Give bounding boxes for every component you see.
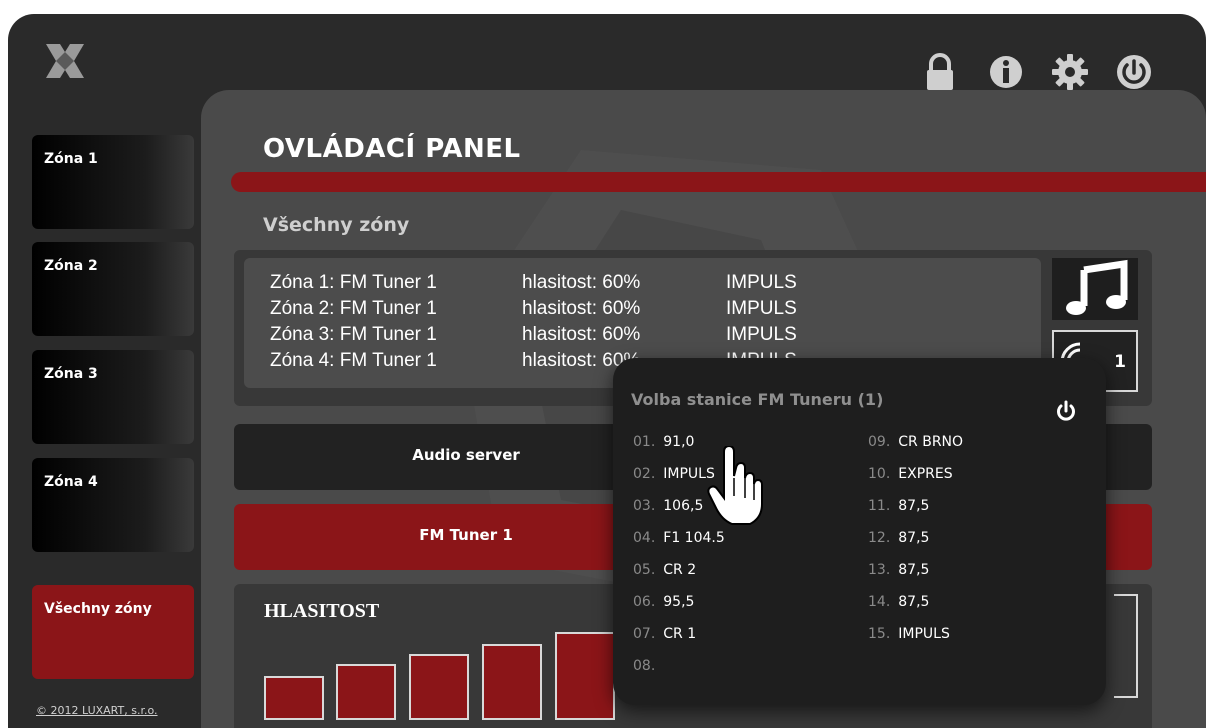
zone-station: IMPULS — [726, 298, 797, 319]
lock-icon[interactable] — [920, 52, 960, 92]
zone-source: Zóna 1: FM Tuner 1 — [270, 272, 437, 293]
station-item[interactable]: 11. 87,5 — [868, 498, 929, 518]
station-item[interactable]: 13. 87,5 — [868, 562, 929, 582]
music-button[interactable] — [1052, 258, 1138, 320]
zone-source: Zóna 4: FM Tuner 1 — [270, 350, 437, 371]
settings-icon[interactable] — [1050, 52, 1090, 92]
zone-volume: hlasitost: 60% — [522, 298, 641, 319]
volume-level-bar[interactable] — [336, 664, 396, 720]
zone-station: IMPULS — [726, 324, 797, 345]
zone-source: Zóna 2: FM Tuner 1 — [270, 298, 437, 319]
music-note-icon — [1066, 259, 1128, 315]
popup-title: Volba stanice FM Tuneru (1) — [631, 390, 884, 409]
zone-source: Zóna 3: FM Tuner 1 — [270, 324, 437, 345]
volume-level-bar[interactable] — [482, 644, 542, 720]
volume-frame — [1114, 594, 1138, 698]
volume-level-bar[interactable] — [264, 676, 324, 720]
source-label: Audio server — [412, 446, 520, 464]
copyright-link[interactable]: © 2012 LUXART, s.r.o. — [36, 704, 158, 717]
station-item[interactable]: 05. CR 2 — [633, 562, 696, 582]
station-item[interactable]: 02. IMPULS — [633, 466, 715, 486]
station-item[interactable]: 09. CR BRNO — [868, 434, 963, 454]
power-icon[interactable] — [1114, 52, 1154, 92]
volume-level-bar[interactable] — [409, 654, 469, 720]
sidebar-item-all-zones[interactable]: Všechny zóny — [32, 585, 194, 679]
volume-title: HLASITOST — [264, 600, 380, 622]
station-item[interactable]: 01. 91,0 — [633, 434, 694, 454]
info-icon[interactable] — [986, 52, 1026, 92]
sidebar-item-label: Zóna 3 — [44, 366, 98, 382]
title-underline — [231, 172, 1206, 192]
zone-volume: hlasitost: 60% — [522, 324, 641, 345]
hand-cursor-icon — [707, 446, 763, 525]
sidebar-item-zone-3[interactable]: Zóna 3 — [32, 350, 194, 444]
page-title: OVLÁDACÍ PANEL — [263, 134, 521, 164]
station-item[interactable]: 06. 95,5 — [633, 594, 694, 614]
top-bar — [8, 14, 1206, 94]
section-title: Všechny zóny — [263, 214, 410, 236]
zone-station: IMPULS — [726, 272, 797, 293]
zone-volume: hlasitost: 60% — [522, 272, 641, 293]
station-item[interactable]: 04. F1 104.5 — [633, 530, 725, 550]
sidebar-item-label: Všechny zóny — [44, 601, 152, 617]
sidebar-item-zone-4[interactable]: Zóna 4 — [32, 458, 194, 552]
tuner-number: 1 — [1114, 352, 1126, 372]
station-item[interactable]: 03. 106,5 — [633, 498, 703, 518]
source-label: FM Tuner 1 — [419, 526, 513, 544]
station-item[interactable]: 14. 87,5 — [868, 594, 929, 614]
station-item[interactable]: 12. 87,5 — [868, 530, 929, 550]
device-frame: Zóna 1 Zóna 2 Zóna 3 Zóna 4 Všechny zóny… — [8, 14, 1206, 728]
sidebar-item-label: Zóna 1 — [44, 151, 98, 167]
sidebar-item-zone-2[interactable]: Zóna 2 — [32, 242, 194, 336]
station-item[interactable]: 07. CR 1 — [633, 626, 696, 646]
station-item[interactable]: 10. EXPRES — [868, 466, 953, 486]
station-item[interactable]: 15. IMPULS — [868, 626, 950, 646]
fm-station-popup: Volba stanice FM Tuneru (1) 01. 91,0 02. I… — [613, 358, 1106, 705]
sidebar-item-zone-1[interactable]: Zóna 1 — [32, 135, 194, 229]
sidebar-item-label: Zóna 4 — [44, 474, 98, 490]
popup-power-icon[interactable] — [1055, 400, 1077, 422]
sidebar-item-label: Zóna 2 — [44, 258, 98, 274]
station-item[interactable]: 08. — [633, 658, 663, 678]
logo-icon — [46, 44, 84, 78]
volume-level-bar[interactable] — [555, 632, 615, 720]
